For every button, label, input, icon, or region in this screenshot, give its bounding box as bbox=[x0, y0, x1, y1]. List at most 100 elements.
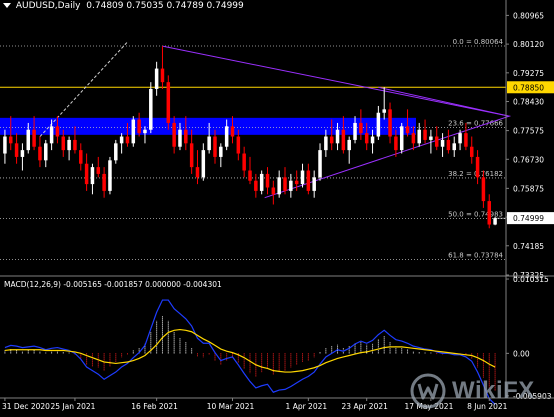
price-tick-label: 0.76730 bbox=[513, 155, 544, 164]
candle-body bbox=[38, 146, 42, 161]
candle-body bbox=[382, 109, 386, 113]
candle-body bbox=[143, 129, 147, 134]
candle-body bbox=[67, 139, 71, 151]
candle-body bbox=[458, 133, 462, 144]
candle-body bbox=[44, 143, 48, 161]
price-tick-label: 0.80120 bbox=[513, 40, 544, 49]
candle-body bbox=[417, 129, 421, 144]
candle-body bbox=[306, 170, 311, 191]
candle-body bbox=[452, 143, 456, 151]
candle-body bbox=[318, 150, 322, 178]
candle-body bbox=[26, 129, 31, 151]
price-tick-label: 0.79275 bbox=[513, 69, 544, 78]
chart-header-toggle-icon[interactable] bbox=[3, 3, 11, 8]
candle-body bbox=[329, 136, 334, 144]
candle-body bbox=[137, 119, 141, 134]
candle-body bbox=[201, 150, 206, 178]
candle-body bbox=[119, 136, 124, 144]
candle-body bbox=[242, 153, 246, 171]
candle-body bbox=[224, 126, 229, 147]
candle-body bbox=[405, 126, 410, 134]
candle-body bbox=[394, 136, 398, 151]
candle-body bbox=[160, 68, 165, 83]
candle-body bbox=[213, 136, 217, 157]
candle-body bbox=[90, 167, 95, 185]
candle-body bbox=[125, 136, 130, 144]
candle-body bbox=[207, 136, 211, 151]
candle-body bbox=[481, 177, 486, 202]
candle-body bbox=[271, 187, 276, 195]
candle-body bbox=[440, 139, 445, 147]
candle-body bbox=[341, 129, 346, 151]
candle-body bbox=[166, 82, 171, 123]
price-tick-label: 0.74185 bbox=[513, 242, 544, 251]
price-tick-label: 0.77575 bbox=[513, 127, 544, 136]
date-tick-label: 10 Mar 2021 bbox=[207, 402, 255, 411]
candle-body bbox=[178, 129, 182, 147]
candle-body bbox=[195, 167, 200, 178]
candle-body bbox=[189, 143, 194, 168]
candle-body bbox=[294, 180, 299, 185]
fib-level-label: 0.0 = 0.80064 bbox=[453, 38, 504, 46]
candle-body bbox=[259, 173, 264, 191]
candle-body bbox=[434, 136, 439, 147]
macd-tick-label: 0.00 bbox=[513, 349, 530, 358]
candle-body bbox=[429, 136, 433, 140]
candle-body bbox=[219, 146, 223, 157]
candle-body bbox=[131, 119, 136, 144]
candle-body bbox=[96, 167, 101, 174]
candle-body bbox=[335, 129, 340, 144]
last-price-label: 0.74999 bbox=[513, 214, 544, 223]
candle-body bbox=[353, 122, 357, 140]
date-tick-label: 16 Feb 2021 bbox=[131, 402, 178, 411]
candle-body bbox=[61, 136, 66, 151]
triangle-secondary-line bbox=[378, 86, 510, 117]
candle-body bbox=[289, 180, 293, 191]
candle-body bbox=[347, 139, 351, 151]
date-tick-label: 31 Dec 2020 bbox=[2, 402, 50, 411]
candle-body bbox=[3, 136, 7, 154]
fib-level-label: 38.2 = 0.76182 bbox=[448, 170, 503, 178]
candle-body bbox=[487, 201, 491, 225]
candle-body bbox=[154, 68, 159, 89]
candle-body bbox=[108, 160, 112, 191]
candle-body bbox=[464, 133, 468, 147]
date-tick-label: 1 Apr 2021 bbox=[286, 402, 328, 411]
wikifx-watermark: WikiFX bbox=[410, 371, 548, 411]
candle-body bbox=[475, 156, 480, 178]
price-tick-label: 0.78430 bbox=[513, 98, 544, 107]
price-tick-label: 0.75875 bbox=[513, 184, 544, 193]
candle-body bbox=[399, 126, 404, 151]
candle-body bbox=[14, 143, 19, 157]
date-tick-label: 25 Jan 2021 bbox=[50, 402, 95, 411]
candle-body bbox=[312, 177, 316, 191]
candle-body bbox=[55, 126, 60, 137]
wikifx-logo-icon bbox=[410, 373, 446, 409]
candle-body bbox=[411, 133, 416, 144]
fib-level-label: 61.8 = 0.73784 bbox=[448, 251, 503, 259]
candle-body bbox=[324, 136, 328, 151]
date-tick-label: 23 Apr 2021 bbox=[342, 402, 389, 411]
candle-body bbox=[423, 129, 427, 140]
candle-body bbox=[254, 180, 258, 191]
candle-body bbox=[446, 139, 451, 151]
candle-body bbox=[359, 122, 363, 134]
price-chart[interactable]: 0.0 = 0.8006423.6 = 0.7766638.2 = 0.7618… bbox=[0, 0, 554, 417]
candle-body bbox=[149, 88, 153, 130]
resistance-price-label: 0.78850 bbox=[513, 83, 544, 92]
chart-symbol-timeframe: AUDUSD,Daily bbox=[15, 1, 81, 11]
candle-body bbox=[370, 136, 375, 144]
candle-body bbox=[184, 129, 188, 144]
candle-body bbox=[73, 139, 77, 151]
candle-body bbox=[32, 129, 36, 147]
price-tick-label: 0.80965 bbox=[513, 11, 544, 20]
chart-ohlc: 0.74809 0.75035 0.74789 0.74999 bbox=[86, 1, 244, 11]
candle-body bbox=[230, 126, 235, 137]
candle-body bbox=[248, 170, 252, 181]
candle-body bbox=[20, 150, 25, 157]
chart-header: AUDUSD,Daily 0.74809 0.75035 0.74789 0.7… bbox=[3, 1, 244, 11]
candle-body bbox=[172, 122, 176, 147]
wikifx-text: WikiFX bbox=[452, 377, 535, 404]
candle-body bbox=[79, 150, 83, 164]
candle-body bbox=[388, 109, 392, 137]
